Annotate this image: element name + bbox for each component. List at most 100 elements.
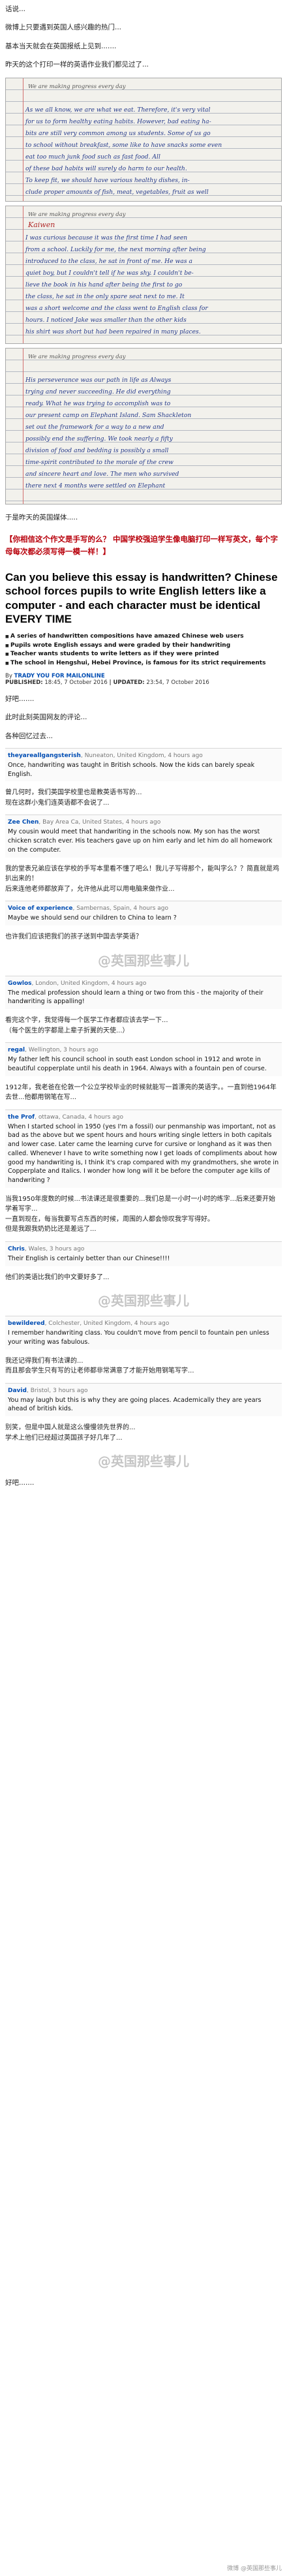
- comment-block: Zee Chen, Bay Area Ca, United States, 4 …: [0, 815, 287, 898]
- notebook-header: We are making progress every day: [28, 354, 126, 361]
- comment-meta: Voice of experience, Sambernas, Spain, 4…: [8, 905, 279, 912]
- handwriting-photo: We are making progress every day Kaiwen …: [5, 206, 282, 345]
- comment-text: Maybe we should send our children to Chi…: [8, 914, 177, 922]
- updated-label: | UPDATED:: [109, 679, 145, 687]
- hw-line: division of food and bedding is possibly…: [25, 447, 169, 455]
- comment-translation: 我还记得我们有书法课的... 而且那会学生只有写的让老师都非常满意了才能开始用钢…: [5, 1357, 194, 1375]
- intro-line: 微博上只要遇到英国人感兴趣的热门...: [5, 23, 122, 32]
- comment-meta: theyareallgangsterish, Nuneaton, United …: [8, 753, 279, 759]
- comments-list: theyareallgangsterish, Nuneaton, United …: [0, 747, 287, 1448]
- comment-translation: 1912年，我老爸在伦敦一个公立学校毕业的时候就能写一首漂亮的英语字。。一直到他…: [5, 1083, 277, 1102]
- comment-translation: 看完这个字，我觉得每一个医学工作者都应该去学一下... （每个医生的字都是上辈子…: [5, 1017, 168, 1034]
- comment-text: My cousin would meet that handwriting in…: [8, 828, 273, 854]
- bullet-item: The school in Hengshui, Hebei Province, …: [5, 659, 282, 668]
- hw-line: for us to form healthy eating habits. Ho…: [25, 118, 211, 126]
- published-time: 18:45, 7 October 2016: [44, 679, 108, 687]
- hw-line: trying and never succeeding. He did ever…: [25, 388, 171, 396]
- hw-line: his shirt was short but had been repaire…: [25, 328, 201, 336]
- comment-user[interactable]: David: [8, 1388, 27, 1394]
- comment-location: Wales, 3 hours ago: [28, 1245, 85, 1252]
- hw-line: As we all know, we are what we eat. Ther…: [25, 106, 211, 114]
- closing-text: 好吧.......: [5, 1479, 35, 1487]
- comment-meta: Chris, Wales, 3 hours ago: [8, 1246, 279, 1252]
- hw-line: and sincere heart and love. The men who …: [25, 471, 179, 478]
- after-line: 此时此刻英国网友的评论...: [5, 713, 87, 722]
- comment-translation: 当我1950年度数的时候...书法课还是很重要的...我们总是一小时一小时的练字…: [5, 1195, 276, 1234]
- author-link[interactable]: TRADY YOU FOR MAILONLINE: [14, 673, 105, 679]
- watermark: @英国那些事儿: [98, 1293, 189, 1309]
- intro-block: 话说... 微博上只要遇到英国人感兴趣的热门... 基本当天就会在英国报纸上见到…: [0, 0, 287, 74]
- hw-line: hours. I noticed Jake was smaller than t…: [25, 317, 187, 324]
- comment-meta: bewildered, Colchester, United Kingdom, …: [8, 1320, 279, 1327]
- comment-user[interactable]: the Prof: [8, 1114, 35, 1121]
- comment-block: Chris, Wales, 3 hours ago Their English i…: [0, 1241, 287, 1286]
- comment-meta: Gowlos, London, United Kingdom, 4 hours …: [8, 980, 279, 987]
- comment-block: Gowlos, London, United Kingdom, 4 hours …: [0, 975, 287, 1040]
- byline: By TRADY YOU FOR MAILONLINE PUBLISHED: 1…: [5, 673, 282, 686]
- handwritten-text: As we all know, we are what we eat. Ther…: [25, 104, 276, 198]
- hw-line: to school without breakfast, some like t…: [25, 142, 222, 149]
- notebook-header: We are making progress every day: [28, 211, 126, 219]
- article-page: 话说... 微博上只要遇到英国人感兴趣的热门... 基本当天就会在英国报纸上见到…: [0, 0, 287, 2576]
- student-name: Kaiwen: [28, 221, 55, 230]
- hw-line: time-spirit contributed to the morale of…: [25, 459, 174, 467]
- comment-user[interactable]: Zee Chen: [8, 819, 38, 826]
- comment-card: the Prof, ottawa, Canada, 4 hours ago Whe…: [5, 1109, 282, 1188]
- comment-card: Zee Chen, Bay Area Ca, United States, 4 …: [5, 815, 282, 858]
- comment-card: David, Bristol, 3 hours ago You may laugh…: [5, 1382, 282, 1417]
- comment-meta: regal, Wellington, 3 hours ago: [8, 1047, 279, 1053]
- bullet-item: Teacher wants students to write letters …: [5, 650, 282, 659]
- hw-line: clude proper amounts of fish, meat, vege…: [25, 189, 209, 196]
- comment-translation: 别笑，但是中国人就是这么慢慢领先世界的... 学术上他们已经超过英国孩子好几年了…: [5, 1424, 136, 1442]
- comment-user[interactable]: bewildered: [8, 1320, 45, 1327]
- comment-user[interactable]: regal: [8, 1047, 25, 1053]
- handwritten-text: I was curious because it was the first t…: [25, 232, 276, 338]
- comment-user[interactable]: Chris: [8, 1246, 25, 1252]
- comment-block: Voice of experience, Sambernas, Spain, 4…: [0, 901, 287, 946]
- hw-line: bits are still very common among us stud…: [25, 130, 211, 138]
- comment-meta: the Prof, ottawa, Canada, 4 hours ago: [8, 1114, 279, 1121]
- hw-line: there next 4 months were settled on Elep…: [25, 482, 166, 490]
- comment-text: You may laugh but this is why they are g…: [8, 1396, 262, 1413]
- comment-block: the Prof, ottawa, Canada, 4 hours ago Whe…: [0, 1109, 287, 1239]
- comment-meta: David, Bristol, 3 hours ago: [8, 1388, 279, 1394]
- comment-block: David, Bristol, 3 hours ago You may laugh…: [0, 1382, 287, 1448]
- comment-location: Wellington, 3 hours ago: [28, 1047, 98, 1054]
- comment-block: bewildered, Colchester, United Kingdom, …: [0, 1316, 287, 1380]
- comment-user[interactable]: theyareallgangsterish: [8, 753, 81, 759]
- comment-text: Their English is certainly better than o…: [8, 1254, 170, 1262]
- notebook-header: We are making progress every day: [28, 84, 126, 91]
- hw-line: was a short welcome and the class went t…: [25, 305, 208, 313]
- hw-line: set out the framework for a way to a new…: [25, 424, 164, 431]
- comment-user[interactable]: Voice of experience: [8, 905, 72, 912]
- published-label: PUBLISHED:: [5, 679, 43, 687]
- comment-location: Sambernas, Spain, 4 hours ago: [76, 905, 168, 912]
- comment-meta: Zee Chen, Bay Area Ca, United States, 4 …: [8, 819, 279, 826]
- watermark: @英国那些事儿: [98, 1453, 189, 1470]
- comment-block: theyareallgangsterish, Nuneaton, United …: [0, 747, 287, 813]
- comment-card: Voice of experience, Sambernas, Spain, 4…: [5, 901, 282, 925]
- intro-line: 昨天的这个打印一样的英语作业我们都见过了...: [5, 60, 149, 69]
- comment-translation: 我的堂表兄弟应该在学校的手写本里看不懂了吧么！我儿子写得那个，能叫字么？？简直就…: [5, 865, 279, 893]
- bullet-item: Pupils wrote English essays and were gra…: [5, 642, 282, 651]
- comment-card: Chris, Wales, 3 hours ago Their English i…: [5, 1241, 282, 1266]
- watermark: @英国那些事儿: [98, 952, 189, 969]
- comment-text: I remember handwriting class. You couldn…: [8, 1329, 269, 1346]
- hw-line: eat too much junk food such as fast food…: [25, 153, 160, 161]
- hw-line: To keep fit, we should have various heal…: [25, 177, 190, 185]
- bullet-item: A series of handwritten compositions hav…: [5, 632, 282, 642]
- comment-user[interactable]: Gowlos: [8, 980, 32, 987]
- comment-location: Nuneaton, United Kingdom, 4 hours ago: [84, 752, 203, 759]
- hw-line: of these bad habits will surely do harm …: [25, 165, 187, 173]
- intro-line: 话说...: [5, 5, 26, 13]
- comment-location: London, United Kingdom, 4 hours ago: [35, 980, 147, 987]
- handwriting-photo: We are making progress every day As we a…: [5, 78, 282, 202]
- article-header: Can you believe this essay is handwritte…: [5, 570, 282, 686]
- hw-line: introduced to the class, he sat in front…: [25, 258, 192, 266]
- comment-location: Bristol, 3 hours ago: [30, 1387, 88, 1394]
- article-bullets: A series of handwritten compositions hav…: [5, 632, 282, 668]
- hw-line: ready. What he was trying to accomplish …: [25, 400, 171, 408]
- comment-card: bewildered, Colchester, United Kingdom, …: [5, 1316, 282, 1350]
- comment-translation: 也许我们应该把我们的孩子送到中国去学英语？: [5, 933, 142, 940]
- hw-line: His perseverance was our path in life as…: [25, 377, 172, 384]
